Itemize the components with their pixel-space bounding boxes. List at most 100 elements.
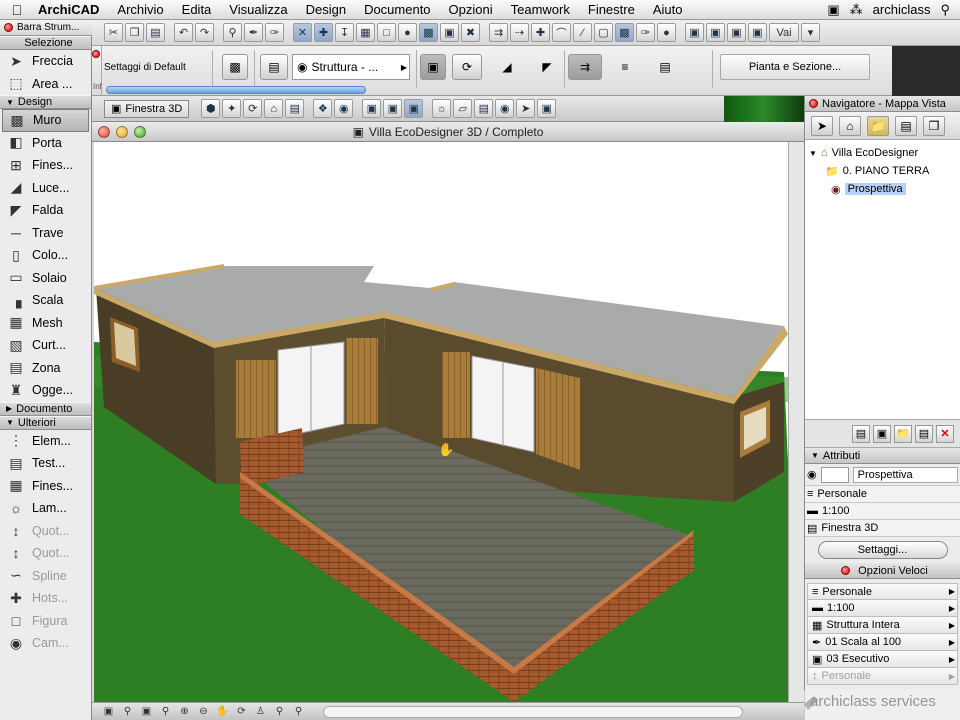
grid-snap-icon[interactable]: ✚: [314, 23, 333, 42]
pan-icon[interactable]: ✋: [214, 705, 231, 719]
copy-icon[interactable]: ❐: [125, 23, 144, 42]
render-icon[interactable]: ▩: [615, 23, 634, 42]
wall-direction-icon[interactable]: ⇉: [568, 54, 602, 80]
menu-opzioni[interactable]: Opzioni: [440, 2, 502, 17]
tool-window[interactable]: ⊞ Fines...: [0, 154, 91, 177]
layer-icon[interactable]: ▦: [356, 23, 375, 42]
sun-icon[interactable]: ☼: [432, 99, 452, 118]
tree-item-perspective[interactable]: ◉ Prospettiva: [805, 180, 960, 198]
tool-beam[interactable]: ─ Trave: [0, 222, 91, 245]
view-layout-icon[interactable]: ▣: [748, 23, 767, 42]
zoom-previous-icon[interactable]: ⚲: [271, 705, 288, 719]
tool-hotspot[interactable]: ✚ Hots...: [0, 587, 91, 610]
bluetooth-icon[interactable]: ⁂: [850, 2, 863, 18]
tool-skylight[interactable]: ◢ Luce...: [0, 177, 91, 200]
tool-lamp[interactable]: ☼ Lam...: [0, 497, 91, 520]
3d-viewport[interactable]: ✋: [94, 142, 788, 702]
close-window-icon[interactable]: ●: [657, 23, 676, 42]
filter-icon[interactable]: ▤: [285, 99, 305, 118]
tool-slab[interactable]: ▭ Solaio: [0, 267, 91, 290]
split-icon[interactable]: ⇉: [489, 23, 508, 42]
tool-column[interactable]: ▯ Colo...: [0, 244, 91, 267]
tool-level-dimension[interactable]: ↕ Quot...: [0, 542, 91, 565]
toolbar-menu-icon[interactable]: ▾: [801, 23, 820, 42]
navigator-menu-icon[interactable]: ➤: [811, 115, 833, 136]
orbit-icon[interactable]: ⟳: [243, 99, 263, 118]
new-view-icon[interactable]: ▤: [852, 424, 870, 443]
toolbox-more-header[interactable]: ▼ Ulteriori: [0, 415, 91, 430]
fillet-icon[interactable]: ⌒: [552, 23, 571, 42]
drag-icon[interactable]: ▢: [594, 23, 613, 42]
attribute-row[interactable]: ▤ Finestra 3D: [805, 520, 960, 537]
window-zoom-icon[interactable]: [134, 126, 146, 138]
navigator-close-icon[interactable]: [809, 99, 818, 108]
screen-record-icon[interactable]: ▣: [827, 2, 839, 18]
bottom-view-icon[interactable]: ▣: [100, 705, 117, 719]
quick-option-model-view[interactable]: ▣ 03 Esecutivo ▶: [807, 651, 958, 668]
tool-window-2[interactable]: ▦ Fines...: [0, 475, 91, 498]
view-section-icon[interactable]: ▣: [727, 23, 746, 42]
cut-icon[interactable]: ✂: [104, 23, 123, 42]
new-folder-icon[interactable]: 📁: [894, 424, 912, 443]
view-front-icon[interactable]: ▣: [362, 99, 382, 118]
fill-icon[interactable]: ▤: [648, 54, 682, 80]
info-box-close-icon[interactable]: [92, 50, 100, 58]
tool-object[interactable]: ♜ Ogge...: [0, 379, 91, 402]
wall-settings-icon[interactable]: ▩: [222, 54, 248, 80]
screenshot-icon[interactable]: ◉: [495, 99, 515, 118]
flythrough-icon[interactable]: ➤: [516, 99, 536, 118]
adjust-icon[interactable]: ⇢: [510, 23, 529, 42]
project-map-icon[interactable]: ⌂: [839, 115, 861, 136]
hatch-icon[interactable]: ≡: [608, 54, 642, 80]
quick-option-layer[interactable]: ≡ Personale ▶: [807, 583, 958, 600]
menu-finestre[interactable]: Finestre: [579, 2, 644, 17]
window-minimize-icon[interactable]: [116, 126, 128, 138]
view-settings-button[interactable]: Settaggi...: [817, 541, 948, 559]
tool-element[interactable]: ⋮ Elem...: [0, 430, 91, 453]
zoom-next-icon[interactable]: ⚲: [290, 705, 307, 719]
quick-option-pen-set[interactable]: ✒ 01 Scala al 100 ▶: [807, 634, 958, 651]
menu-teamwork[interactable]: Teamwork: [502, 2, 579, 17]
undo-icon[interactable]: ↶: [174, 23, 193, 42]
view-side-icon[interactable]: ▣: [383, 99, 403, 118]
quick-option-dimension[interactable]: ↕ Personale ▶: [807, 668, 958, 685]
tool-marquee[interactable]: ⬚ Area ...: [0, 73, 91, 96]
structure-dropdown[interactable]: ◉ Struttura - ... ▶: [292, 54, 410, 80]
tool-mesh[interactable]: ▦ Mesh: [0, 312, 91, 335]
curved-wall-icon[interactable]: ⟳: [452, 54, 482, 80]
menu-visualizza[interactable]: Visualizza: [220, 2, 296, 17]
toolbox-close-icon[interactable]: [4, 23, 13, 32]
elevation-icon[interactable]: ✖: [461, 23, 480, 42]
toolbox-design-header[interactable]: ▼ Design: [0, 95, 91, 109]
tool-curtain-wall[interactable]: ▧ Curt...: [0, 334, 91, 357]
walk-camera-icon[interactable]: ✦: [222, 99, 242, 118]
viewport-vertical-scrollbar[interactable]: [788, 142, 804, 702]
delete-icon[interactable]: ✕: [936, 424, 954, 443]
spotlight-search-icon[interactable]: ⚲: [940, 2, 950, 18]
syringe-icon[interactable]: ✑: [265, 23, 284, 42]
window-3d-tab[interactable]: ▣ Finestra 3D: [104, 99, 190, 118]
attribute-row[interactable]: ≡ Personale: [805, 486, 960, 503]
menu-documento[interactable]: Documento: [355, 2, 439, 17]
paste-icon[interactable]: ▤: [146, 23, 165, 42]
intersect-icon[interactable]: ✚: [531, 23, 550, 42]
layout-book-icon[interactable]: ▤: [895, 115, 917, 136]
offset-icon[interactable]: ∕: [573, 23, 592, 42]
view-plan-icon[interactable]: ▣: [685, 23, 704, 42]
window-close-icon[interactable]: [98, 126, 110, 138]
menu-edita[interactable]: Edita: [173, 2, 221, 17]
zoom-in-icon[interactable]: ●: [398, 23, 417, 42]
wireframe-icon[interactable]: ▤: [474, 99, 494, 118]
publisher-icon[interactable]: ❐: [923, 115, 945, 136]
explore-walk-icon[interactable]: ❖: [313, 99, 333, 118]
quick-options-close-icon[interactable]: [841, 566, 851, 575]
eyedropper-icon[interactable]: ✒: [244, 23, 263, 42]
tool-door[interactable]: ◧ Porta: [0, 132, 91, 155]
tool-stair[interactable]: ▗ Scala: [0, 289, 91, 312]
zoom-extent-icon[interactable]: ⚲: [157, 705, 174, 719]
solid-model-icon[interactable]: ⬢: [201, 99, 221, 118]
tool-text[interactable]: ▤ Test...: [0, 452, 91, 475]
fit-window-icon[interactable]: ▣: [138, 705, 155, 719]
gravity-icon[interactable]: ↧: [335, 23, 354, 42]
walk-icon[interactable]: ♙: [252, 705, 269, 719]
